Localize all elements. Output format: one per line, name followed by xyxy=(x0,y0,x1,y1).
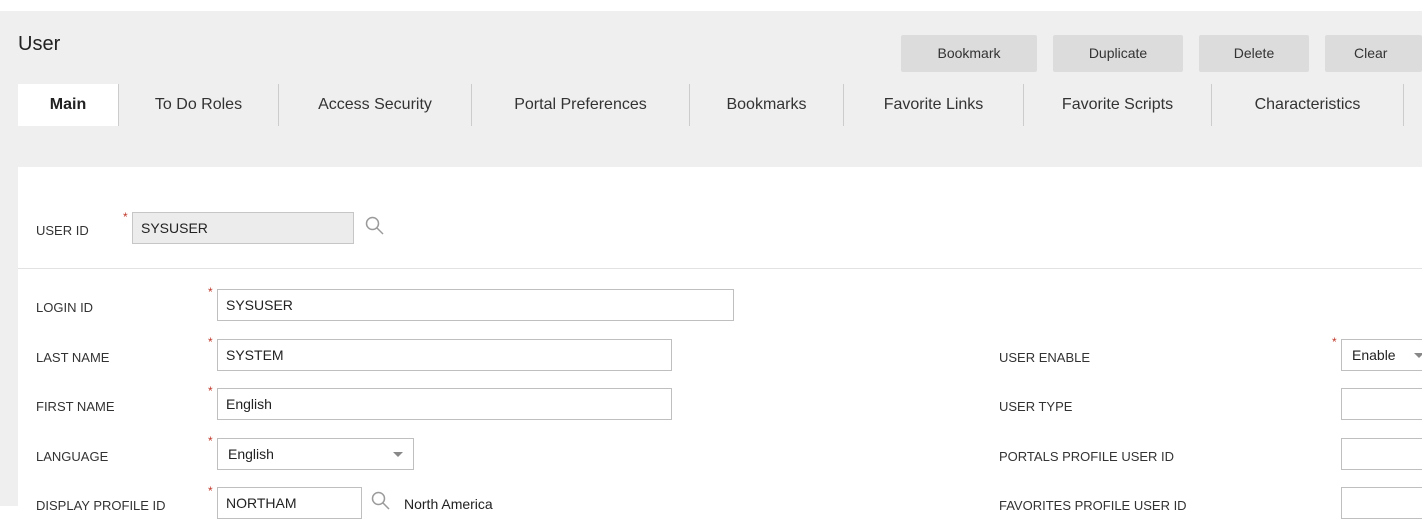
login-id-field[interactable]: SYSUSER xyxy=(217,289,734,321)
duplicate-button[interactable]: Duplicate xyxy=(1053,35,1183,72)
required-marker: * xyxy=(208,335,213,349)
page-title: User xyxy=(18,33,61,55)
section-divider xyxy=(18,268,1422,269)
required-marker: * xyxy=(208,434,213,448)
required-marker: * xyxy=(123,210,128,224)
chevron-down-icon xyxy=(1414,353,1422,358)
login-id-label: LOGIN ID xyxy=(36,300,94,315)
delete-button[interactable]: Delete xyxy=(1199,35,1309,72)
display-profile-id-field[interactable]: NORTHAM xyxy=(217,487,362,519)
language-select-value: English xyxy=(228,446,274,462)
main-form: USER ID * SYSUSER LOGIN ID * SYSUSER LAS… xyxy=(18,167,1422,519)
user-id-label: USER ID xyxy=(36,223,89,238)
required-marker: * xyxy=(208,484,213,498)
first-name-field[interactable]: English xyxy=(217,388,672,420)
favorites-profile-user-id-field[interactable] xyxy=(1341,487,1422,519)
tab-bar: Main To Do Roles Access Security Portal … xyxy=(18,84,1404,126)
first-name-label: FIRST NAME xyxy=(36,399,115,414)
language-label: LANGUAGE xyxy=(36,449,109,464)
chevron-down-icon xyxy=(393,452,403,457)
portals-profile-user-id-label: PORTALS PROFILE USER ID xyxy=(999,449,1175,464)
user-enable-select-value: Enable xyxy=(1352,347,1396,363)
search-icon[interactable] xyxy=(370,490,392,512)
user-enable-label: USER ENABLE xyxy=(999,350,1091,365)
tab-bookmarks[interactable]: Bookmarks xyxy=(690,84,844,126)
tab-characteristics[interactable]: Characteristics xyxy=(1212,84,1404,126)
search-icon[interactable] xyxy=(364,215,386,237)
tab-portal-preferences[interactable]: Portal Preferences xyxy=(472,84,690,126)
last-name-label: LAST NAME xyxy=(36,350,110,365)
clear-button[interactable]: Clear xyxy=(1325,35,1422,72)
required-marker: * xyxy=(208,384,213,398)
user-id-field[interactable]: SYSUSER xyxy=(132,212,354,244)
user-enable-select[interactable]: Enable xyxy=(1341,339,1422,371)
tab-favorite-links[interactable]: Favorite Links xyxy=(844,84,1024,126)
portals-profile-user-id-field[interactable] xyxy=(1341,438,1422,470)
tab-main[interactable]: Main xyxy=(18,84,119,126)
tab-favorite-scripts[interactable]: Favorite Scripts xyxy=(1024,84,1212,126)
user-maintenance-window: User Bookmark Duplicate Delete Clear Mai… xyxy=(0,11,1422,519)
tab-to-do-roles[interactable]: To Do Roles xyxy=(119,84,279,126)
tab-access-security[interactable]: Access Security xyxy=(279,84,472,126)
required-marker: * xyxy=(1332,335,1337,349)
last-name-field[interactable]: SYSTEM xyxy=(217,339,672,371)
user-type-field[interactable] xyxy=(1341,388,1422,420)
language-select[interactable]: English xyxy=(217,438,414,470)
user-type-label: USER TYPE xyxy=(999,399,1073,414)
bookmark-button[interactable]: Bookmark xyxy=(901,35,1037,72)
display-profile-description: North America xyxy=(404,496,493,512)
required-marker: * xyxy=(208,285,213,299)
